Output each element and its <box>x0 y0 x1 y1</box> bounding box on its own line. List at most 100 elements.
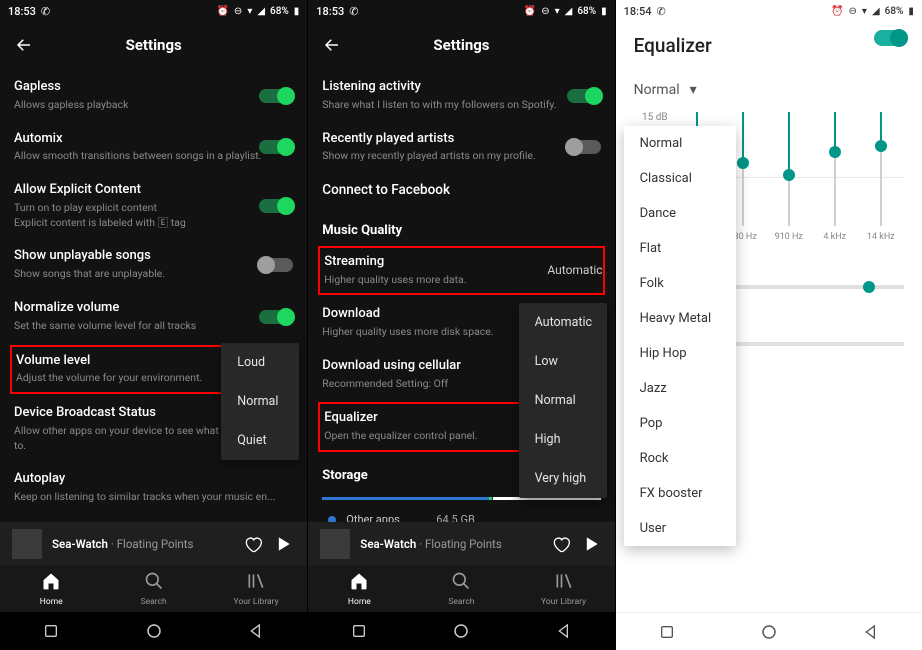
now-playing-bar[interactable]: Sea-Watch · Floating Points <box>0 522 307 566</box>
popup-option[interactable]: High <box>519 420 607 459</box>
preset-option[interactable]: Rock <box>624 441 736 476</box>
popup-option[interactable]: Very high <box>519 459 607 498</box>
status-bar: 18:53✆ ⏰⊖▾◢68%▮ <box>0 0 307 22</box>
tab-home[interactable]: Home <box>0 566 102 612</box>
eq-band[interactable]: 910 Hz <box>766 112 812 242</box>
popup-option[interactable]: Normal <box>221 382 299 421</box>
setting-row-4[interactable]: Normalize volumeSet the same volume leve… <box>14 291 293 343</box>
equalizer-toggle[interactable] <box>874 30 908 46</box>
setting-title: Autoplay <box>14 471 293 488</box>
nav-home[interactable] <box>450 620 472 642</box>
nav-back[interactable] <box>553 620 575 642</box>
phone-2: 18:53✆ ⏰⊖▾◢68%▮ Settings Listening activ… <box>307 0 614 650</box>
tab-label: Home <box>40 597 63 607</box>
preset-dropdown[interactable]: Normal ▾ <box>634 82 904 98</box>
preset-option[interactable]: Jazz <box>624 371 736 406</box>
track-info[interactable]: Sea-Watch · Floating Points <box>360 537 542 551</box>
setting-row-top-0[interactable]: Listening activityShare what I listen to… <box>322 70 600 122</box>
volume-level-popup: LoudNormalQuiet <box>221 343 299 460</box>
preset-option[interactable]: Flat <box>624 231 736 266</box>
tab-label: Your Library <box>541 597 586 607</box>
nav-home[interactable] <box>758 621 780 643</box>
setting-row-7[interactable]: AutoplayKeep on listening to similar tra… <box>14 462 293 514</box>
track-info[interactable]: Sea-Watch · Floating Points <box>52 537 235 551</box>
tab-icon <box>144 571 164 595</box>
nav-recents[interactable] <box>348 620 370 642</box>
nav-home[interactable] <box>143 620 165 642</box>
freq-label: 14 kHz <box>867 232 895 242</box>
toggle-switch[interactable] <box>259 258 293 272</box>
preset-option[interactable]: Heavy Metal <box>624 301 736 336</box>
play-icon[interactable] <box>579 532 603 556</box>
battery-icon: ▮ <box>601 6 607 17</box>
back-button[interactable] <box>12 33 36 57</box>
setting-title: Connect to Facebook <box>322 182 600 200</box>
wifi-icon: ▾ <box>555 6 560 17</box>
popup-option[interactable]: Loud <box>221 343 299 382</box>
storage-item: Other apps64.5 GB <box>322 510 600 522</box>
alarm-icon: ⏰ <box>216 6 228 17</box>
play-icon[interactable] <box>271 532 295 556</box>
header: Equalizer <box>616 22 922 68</box>
preset-option[interactable]: Hip Hop <box>624 336 736 371</box>
toggle-switch[interactable] <box>567 140 601 154</box>
heart-icon[interactable] <box>549 532 573 556</box>
preset-option[interactable]: Normal <box>624 126 736 161</box>
now-playing-bar[interactable]: Sea-Watch · Floating Points <box>308 522 614 566</box>
preset-option[interactable]: Folk <box>624 266 736 301</box>
toggle-switch[interactable] <box>259 140 293 154</box>
preset-option[interactable]: User <box>624 511 736 546</box>
tab-icon <box>41 571 61 595</box>
page-title: Settings <box>344 36 578 54</box>
setting-title: Allow Explicit Content <box>14 182 293 199</box>
dnd-icon: ⊖ <box>234 6 242 17</box>
setting-row-top-2[interactable]: Connect to Facebook <box>322 173 600 209</box>
popup-option[interactable]: Normal <box>519 381 607 420</box>
heart-icon[interactable] <box>241 532 265 556</box>
album-art[interactable] <box>320 529 350 559</box>
setting-subtitle: Allows gapless playback <box>14 98 293 113</box>
page-title: Settings <box>36 36 271 54</box>
tab-your-library[interactable]: Your Library <box>512 566 614 612</box>
setting-row-top-1[interactable]: Recently played artistsShow my recently … <box>322 122 600 174</box>
tab-label: Search <box>448 597 474 607</box>
settings-list[interactable]: Listening activityShare what I listen to… <box>308 68 614 522</box>
toggle-switch[interactable] <box>567 89 601 103</box>
setting-row-mq-0[interactable]: StreamingHigher quality uses more data.A… <box>318 246 604 296</box>
wifi-icon: ▾ <box>862 6 867 17</box>
eq-band[interactable]: 14 kHz <box>858 112 904 242</box>
tab-search[interactable]: Search <box>410 566 512 612</box>
tab-your-library[interactable]: Your Library <box>205 566 307 612</box>
signal-icon: ◢ <box>257 6 265 17</box>
popup-option[interactable]: Quiet <box>221 421 299 460</box>
preset-option[interactable]: Pop <box>624 406 736 441</box>
setting-row-8[interactable]: CanvasDisplay short, looping visuals on … <box>14 514 293 522</box>
popup-option[interactable]: Low <box>519 342 607 381</box>
toggle-switch[interactable] <box>259 310 293 324</box>
nav-back[interactable] <box>860 621 882 643</box>
album-art[interactable] <box>12 529 42 559</box>
setting-row-2[interactable]: Allow Explicit ContentTurn on to play ex… <box>14 173 293 239</box>
status-time: 18:53 <box>316 5 344 18</box>
setting-row-1[interactable]: AutomixAllow smooth transitions between … <box>14 122 293 174</box>
settings-list[interactable]: GaplessAllows gapless playbackAutomixAll… <box>0 68 307 522</box>
nav-recents[interactable] <box>656 621 678 643</box>
setting-title: Recently played artists <box>322 131 600 148</box>
tab-home[interactable]: Home <box>308 566 410 612</box>
toggle-switch[interactable] <box>259 199 293 213</box>
preset-option[interactable]: FX booster <box>624 476 736 511</box>
setting-row-3[interactable]: Show unplayable songsShow songs that are… <box>14 239 293 291</box>
wifi-icon: ▾ <box>247 6 252 17</box>
tab-search[interactable]: Search <box>102 566 204 612</box>
toggle-switch[interactable] <box>259 89 293 103</box>
preset-option[interactable]: Dance <box>624 196 736 231</box>
nav-back[interactable] <box>245 620 267 642</box>
nav-recents[interactable] <box>40 620 62 642</box>
setting-subtitle: Allow smooth transitions between songs i… <box>14 149 293 164</box>
preset-option[interactable]: Classical <box>624 161 736 196</box>
header: Settings <box>0 22 307 68</box>
back-button[interactable] <box>320 33 344 57</box>
popup-option[interactable]: Automatic <box>519 303 607 342</box>
setting-row-0[interactable]: GaplessAllows gapless playback <box>14 70 293 122</box>
eq-band[interactable]: 4 kHz <box>812 112 858 242</box>
